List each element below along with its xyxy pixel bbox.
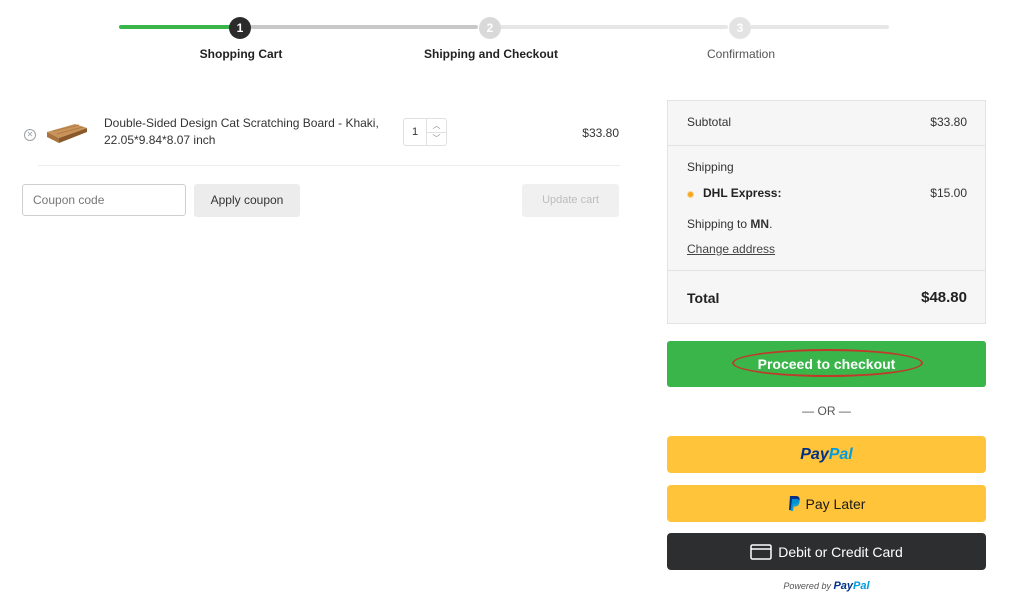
update-cart-button[interactable]: Update cart	[522, 184, 619, 217]
paypal-button[interactable]: PayPal	[667, 436, 986, 473]
totals-divider	[668, 270, 985, 271]
progress-track-3	[500, 25, 728, 29]
quantity-value[interactable]: 1	[412, 126, 418, 138]
progress-track-1	[119, 25, 231, 29]
step-3-circle: 3	[729, 17, 751, 39]
pay-later-content: Pay Later	[788, 485, 866, 522]
step-2-label: Shipping and Checkout	[424, 47, 558, 61]
powered-pay: Pay	[833, 580, 854, 592]
shipping-cost: $15.00	[930, 186, 967, 200]
step-3-label: Confirmation	[706, 47, 776, 61]
highlight-ellipse	[732, 349, 923, 377]
powered-by-text: Powered by	[783, 581, 831, 591]
paypal-logo-pay: Pay	[800, 446, 829, 463]
powered-paypal-logo: PayPal	[833, 580, 869, 592]
proceed-to-checkout-button[interactable]: Proceed to checkout	[667, 341, 986, 387]
totals-divider	[668, 145, 985, 146]
row-divider	[38, 165, 620, 166]
debit-credit-card-button[interactable]: Debit or Credit Card	[667, 533, 986, 570]
shipping-method[interactable]: DHL Express:	[703, 186, 781, 200]
apply-coupon-button[interactable]: Apply coupon	[194, 184, 300, 217]
powered-by-paypal: Powered by PayPal	[667, 580, 986, 592]
chevron-down-icon[interactable]: ﹀	[427, 132, 446, 145]
quantity-spinner: ︿ ﹀	[426, 119, 446, 145]
product-name[interactable]: Double-Sided Design Cat Scratching Board…	[104, 115, 394, 149]
shipping-destination: Shipping to MN.	[687, 217, 773, 231]
paypal-p-icon	[788, 496, 800, 511]
change-address-link[interactable]: Change address	[687, 242, 775, 256]
powered-pal: Pal	[853, 580, 870, 592]
quantity-stepper[interactable]: 1 ︿ ﹀	[403, 118, 447, 146]
credit-card-icon	[750, 543, 772, 560]
card-button-content: Debit or Credit Card	[750, 533, 903, 570]
close-circle-icon[interactable]: ✕	[24, 129, 36, 141]
line-item-price: $33.80	[582, 126, 619, 140]
total-value: $48.80	[921, 289, 967, 306]
subtotal-label: Subtotal	[687, 115, 732, 129]
pay-later-label: Pay Later	[805, 495, 866, 512]
shipping-region: MN	[750, 217, 770, 231]
subtotal-value: $33.80	[930, 115, 967, 129]
paypal-logo-pal: Pal	[828, 446, 853, 463]
card-button-label: Debit or Credit Card	[778, 543, 903, 560]
step-2-circle: 2	[479, 17, 501, 39]
step-1-label: Shopping Cart	[199, 47, 283, 61]
chevron-up-icon[interactable]: ︿	[427, 119, 446, 133]
change-address-text[interactable]: Change address	[687, 242, 775, 256]
coupon-input[interactable]	[22, 184, 186, 216]
cart-totals: Subtotal $33.80 Shipping DHL Express: $1…	[667, 100, 986, 324]
shipping-to-prefix: Shipping to	[687, 217, 748, 231]
or-separator: — OR —	[802, 404, 851, 418]
pay-later-button[interactable]: Pay Later	[667, 485, 986, 522]
progress-track-4	[750, 25, 889, 29]
shipping-radio[interactable]	[688, 192, 693, 197]
product-thumbnail[interactable]	[45, 118, 89, 148]
paypal-logo: PayPal	[800, 446, 852, 463]
shipping-label: Shipping	[687, 160, 734, 174]
progress-track-2	[250, 25, 478, 29]
total-label: Total	[687, 290, 720, 306]
step-1-circle: 1	[229, 17, 251, 39]
